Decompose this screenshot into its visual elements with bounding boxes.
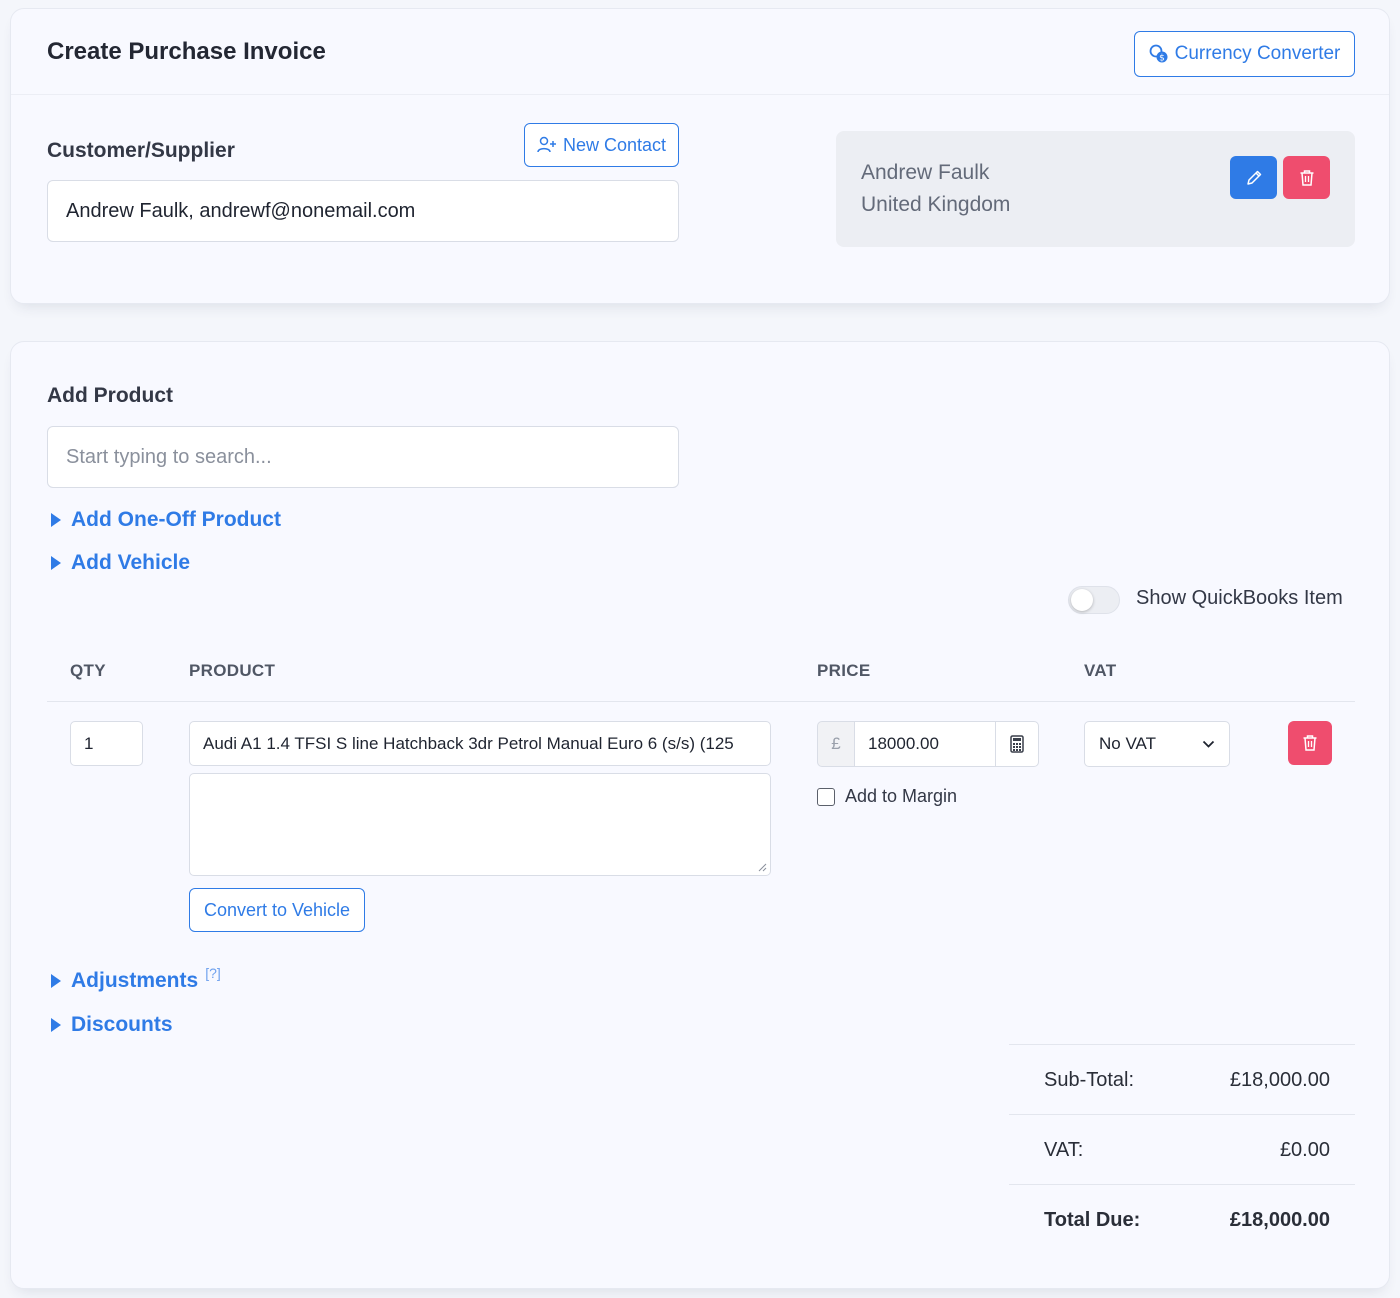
- card-header: Create Purchase Invoice $ Currency Conve…: [11, 9, 1389, 95]
- subtotal-row: Sub-Total: £18,000.00: [1009, 1044, 1355, 1114]
- caret-right-icon: [51, 556, 61, 570]
- add-vehicle-toggle[interactable]: Add Vehicle: [51, 551, 190, 575]
- vat-row: VAT: £0.00: [1009, 1114, 1355, 1184]
- new-contact-button[interactable]: New Contact: [524, 123, 679, 167]
- currency-converter-label: Currency Converter: [1174, 43, 1341, 64]
- column-header-price: PRICE: [817, 661, 871, 680]
- table-header-divider: [47, 701, 1355, 702]
- calculator-button[interactable]: [995, 721, 1039, 767]
- new-contact-label: New Contact: [562, 134, 667, 155]
- delete-line-button[interactable]: [1288, 721, 1332, 765]
- quickbooks-item-label: Show QuickBooks Item: [1136, 587, 1343, 609]
- vat-select[interactable]: No VAT: [1084, 721, 1230, 767]
- adjustments-label: Adjustments: [71, 969, 199, 992]
- discounts-label: Discounts: [71, 1013, 173, 1036]
- resize-grip-icon[interactable]: [757, 862, 767, 872]
- column-header-qty: QTY: [70, 661, 106, 680]
- invoice-lines-card: Add Product Add One-Off Product Add Vehi…: [10, 341, 1390, 1289]
- column-header-product: PRODUCT: [189, 661, 276, 680]
- trash-icon: [1303, 735, 1317, 751]
- pencil-icon: [1246, 170, 1261, 185]
- caret-right-icon: [51, 974, 61, 988]
- totals-table: Sub-Total: £18,000.00 VAT: £0.00 Total D…: [1009, 1044, 1355, 1254]
- discounts-toggle[interactable]: Discounts: [51, 1013, 173, 1037]
- subtotal-value: £18,000.00: [1229, 1069, 1330, 1091]
- switch-knob: [1071, 589, 1093, 611]
- column-header-vat: VAT: [1084, 661, 1117, 680]
- caret-right-icon: [51, 513, 61, 527]
- customer-supplier-label: Customer/Supplier: [47, 139, 235, 162]
- delete-contact-button[interactable]: [1283, 156, 1330, 199]
- page-title: Create Purchase Invoice: [47, 38, 326, 65]
- add-vehicle-label: Add Vehicle: [71, 551, 191, 574]
- subtotal-label: Sub-Total:: [1044, 1069, 1135, 1091]
- adjustments-toggle[interactable]: Adjustments [?]: [51, 965, 221, 993]
- add-product-label: Add Product: [47, 384, 173, 407]
- chevron-down-icon: [1202, 740, 1215, 748]
- total-due-value: £18,000.00: [1229, 1209, 1330, 1231]
- add-one-off-product-toggle[interactable]: Add One-Off Product: [51, 508, 281, 532]
- price-input-group: £: [817, 721, 1039, 767]
- add-to-margin-label: Add to Margin: [845, 786, 958, 806]
- vat-total-value: £0.00: [1279, 1139, 1330, 1161]
- product-search-input[interactable]: [47, 426, 679, 488]
- invoice-header-card: Create Purchase Invoice $ Currency Conve…: [10, 8, 1390, 304]
- add-to-margin-row: Add to Margin: [817, 786, 957, 807]
- vat-select-value: No VAT: [1099, 734, 1156, 753]
- trash-icon: [1300, 169, 1313, 186]
- qty-input[interactable]: [70, 721, 143, 766]
- total-due-label: Total Due:: [1044, 1209, 1141, 1231]
- svg-text:$: $: [1159, 54, 1165, 64]
- convert-to-vehicle-button[interactable]: Convert to Vehicle: [189, 888, 365, 932]
- product-name-input[interactable]: [189, 721, 771, 766]
- contact-name: Andrew Faulk: [861, 161, 990, 184]
- product-description-textarea[interactable]: [189, 773, 771, 876]
- vat-total-label: VAT:: [1044, 1139, 1084, 1161]
- adjustments-help-link[interactable]: [?]: [205, 965, 221, 981]
- currency-symbol: £: [817, 721, 855, 767]
- add-one-off-product-label: Add One-Off Product: [71, 508, 281, 531]
- contact-country: United Kingdom: [861, 193, 1011, 216]
- caret-right-icon: [51, 1018, 61, 1032]
- price-input[interactable]: [855, 721, 995, 767]
- currency-converter-button[interactable]: $ Currency Converter: [1134, 31, 1355, 77]
- customer-supplier-input[interactable]: [47, 180, 679, 242]
- user-plus-icon: [537, 136, 556, 153]
- selected-contact-card: Andrew Faulk United Kingdom: [836, 131, 1355, 247]
- add-to-margin-checkbox[interactable]: [817, 787, 835, 806]
- calculator-icon: [1010, 735, 1024, 753]
- total-due-row: Total Due: £18,000.00: [1009, 1184, 1355, 1254]
- currency-exchange-icon: $: [1149, 44, 1168, 64]
- quickbooks-item-switch[interactable]: [1068, 586, 1120, 614]
- edit-contact-button[interactable]: [1230, 156, 1277, 199]
